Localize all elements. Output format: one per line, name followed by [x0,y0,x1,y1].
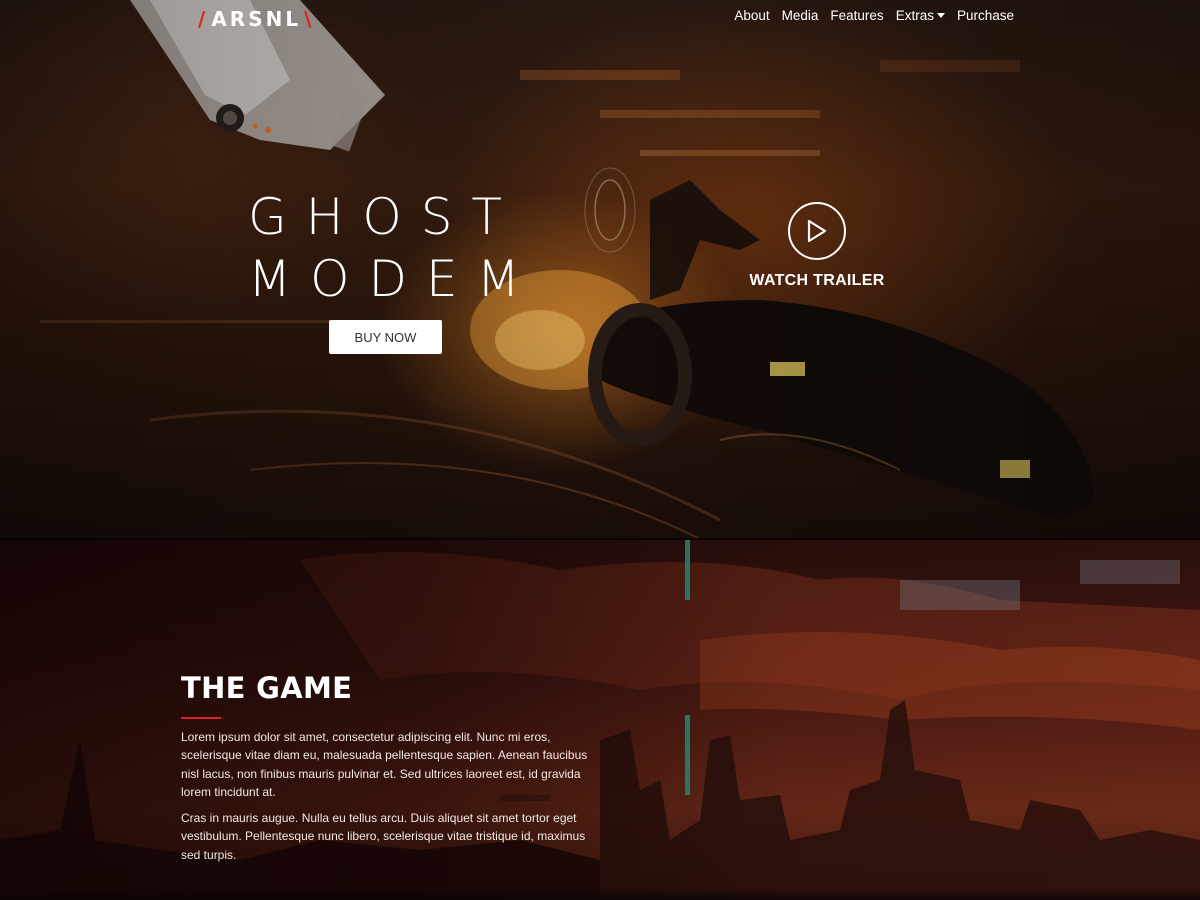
watch-trailer-label[interactable]: WATCH TRAILER [727,272,907,290]
nav-about[interactable]: About [734,8,769,23]
game-section: THE GAME Lorem ipsum dolor sit amet, con… [0,540,1200,900]
game-description-paragraph-1: Lorem ipsum dolor sit amet, consectetur … [181,730,588,799]
caret-down-icon [936,13,945,18]
nav-purchase[interactable]: Purchase [957,8,1014,23]
nav-media[interactable]: Media [782,8,819,23]
nav-extras-dropdown[interactable]: Extras [896,8,945,23]
section-title-the-game: THE GAME [181,671,353,705]
section-title-underline [181,717,221,719]
hero-overlay [0,0,1200,539]
buy-now-button[interactable]: BUY NOW [329,320,442,354]
section-bottom-edge [0,888,1200,900]
game-title-line-1: GHOST [248,188,521,246]
brand-name: ARSNL [211,7,302,31]
main-nav: About Media Features Extras Purchase [734,8,1014,23]
brand-slash-right: \ [304,7,315,31]
brand-slash-left: / [198,7,209,31]
play-icon [807,219,827,243]
nav-features[interactable]: Features [830,8,883,23]
watch-trailer-play-button[interactable] [788,202,846,260]
game-title-line-2: MODEM [248,250,539,308]
game-description: Lorem ipsum dolor sit amet, consectetur … [181,728,591,872]
game-section-overlay [0,540,1200,900]
nav-extras-label: Extras [895,8,934,23]
game-description-paragraph-2: Cras in mauris augue. Nulla eu tellus ar… [181,811,586,862]
hero-section [0,0,1200,539]
brand-logo[interactable]: / ARSNL \ [198,5,314,33]
game-title: GHOST MODEM [248,186,548,310]
